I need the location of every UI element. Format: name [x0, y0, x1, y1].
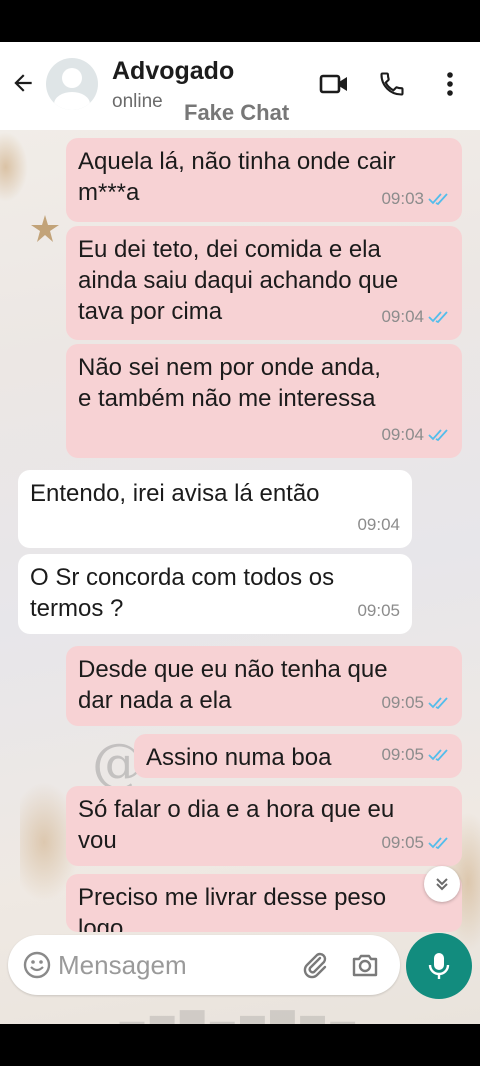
chat-screen: ▁▂▃▁▂▃▂▁ ▁▂▃▁▂▃▂▁ @ Advogado online Fake… [0, 42, 480, 1024]
arrow-left-icon [14, 74, 32, 92]
message-meta: 09:05 [381, 739, 450, 770]
microphone-icon [428, 953, 450, 979]
avatar[interactable] [46, 58, 98, 110]
watermark-label: Fake Chat [184, 100, 290, 125]
message-outgoing[interactable]: Desde que eu não tenha que dar nada a el… [66, 646, 462, 726]
message-text: O Sr concorda com todos os termos ? [30, 564, 335, 622]
contact-name[interactable]: Advogado [112, 57, 234, 86]
message-time: 09:05 [381, 833, 424, 852]
message-meta: 09:05 [357, 595, 400, 626]
message-meta: 09:05 [381, 827, 450, 858]
more-vert-icon [447, 72, 453, 96]
wallpaper-star-icon [31, 215, 59, 242]
message-text: Não sei nem por onde anda, e também não … [78, 354, 381, 412]
navigation-bar [0, 1024, 480, 1066]
message-input[interactable] [58, 947, 278, 983]
message-outgoing[interactable]: Assino numa boa 09:05 [134, 734, 462, 778]
contact-status: online [112, 91, 163, 112]
chat-header: Advogado online Fake Chat [0, 42, 480, 130]
phone-icon [380, 72, 404, 96]
message-meta: 09:05 [381, 687, 450, 718]
message-incoming[interactable]: O Sr concorda com todos os termos ? 09:0… [18, 554, 412, 634]
scroll-to-bottom-button[interactable] [424, 866, 460, 902]
message-time: 09:04 [357, 515, 400, 534]
wallpaper-splash [0, 132, 28, 202]
message-outgoing[interactable]: Eu dei teto, dei comida e ela ainda saiu… [66, 226, 462, 340]
double-chevron-down-icon [436, 878, 448, 891]
message-meta: 09:03 [381, 183, 450, 214]
double-check-read-icon [428, 836, 448, 849]
message-time: 09:05 [357, 601, 400, 620]
message-incoming[interactable]: Entendo, irei avisa lá então 09:04 [18, 470, 412, 548]
paperclip-icon[interactable] [300, 950, 330, 980]
message-outgoing[interactable]: Preciso me livrar desse peso logo [66, 874, 462, 932]
video-call-button[interactable] [318, 68, 350, 100]
message-meta: 09:04 [357, 509, 400, 540]
double-check-read-icon [428, 192, 448, 205]
double-check-read-icon [428, 696, 448, 709]
status-bar [0, 0, 480, 42]
emoji-icon[interactable] [22, 950, 52, 980]
voice-call-button[interactable] [376, 68, 408, 100]
message-meta: 09:04 [381, 419, 450, 450]
camera-icon[interactable] [350, 950, 380, 980]
message-meta: 09:04 [381, 301, 450, 332]
more-options-button[interactable] [434, 68, 466, 100]
double-check-read-icon [428, 748, 448, 761]
message-time: 09:03 [381, 189, 424, 208]
voice-message-button[interactable] [406, 933, 472, 999]
message-outgoing[interactable]: Aquela lá, não tinha onde cair m***a 09:… [66, 138, 462, 222]
message-time: 09:05 [381, 745, 424, 764]
double-check-read-icon [428, 310, 448, 323]
video-call-icon [319, 74, 347, 94]
message-outgoing[interactable]: Só falar o dia e a hora que eu vou 09:05 [66, 786, 462, 866]
message-time: 09:04 [381, 307, 424, 326]
double-check-read-icon [428, 428, 448, 441]
message-composer [8, 935, 400, 995]
default-avatar-icon [54, 68, 90, 110]
message-outgoing[interactable]: Não sei nem por onde anda, e também não … [66, 344, 462, 458]
message-text: Preciso me livrar desse peso logo [78, 884, 387, 932]
back-button[interactable] [8, 68, 38, 98]
message-time: 09:05 [381, 693, 424, 712]
message-time: 09:04 [381, 425, 424, 444]
message-text: Entendo, irei avisa lá então [30, 480, 320, 507]
